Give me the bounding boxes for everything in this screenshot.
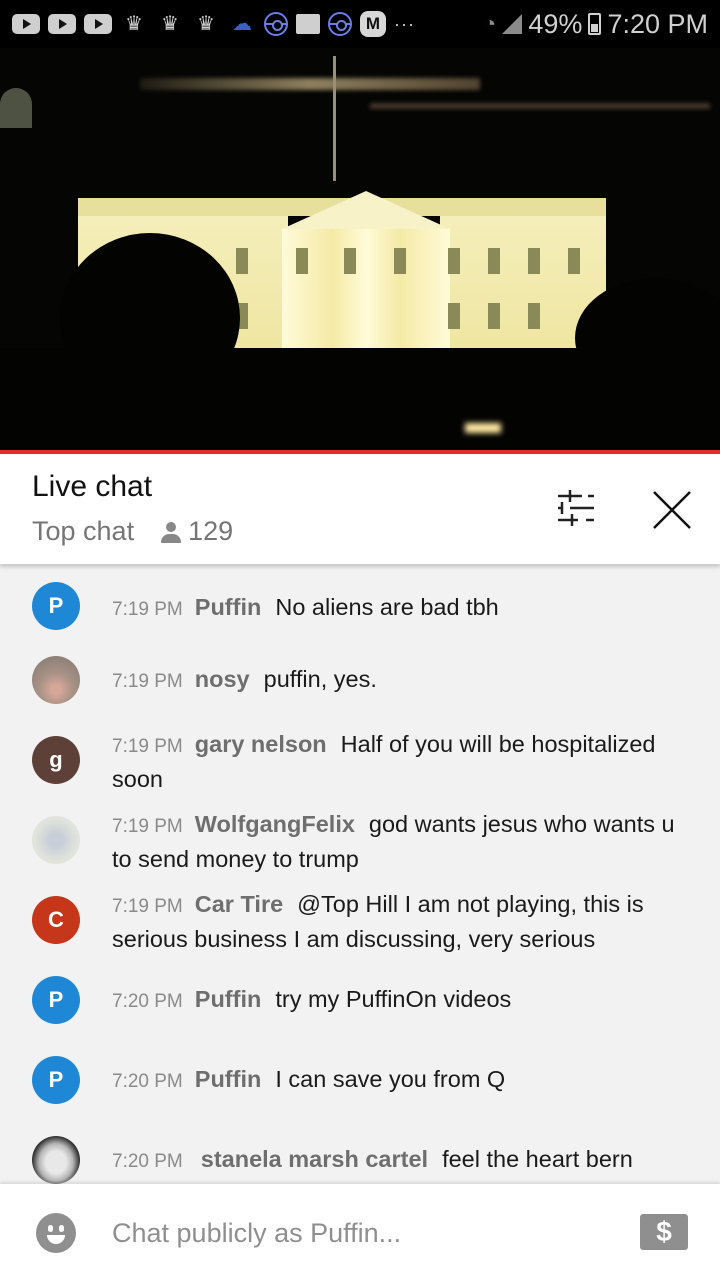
crown-icon: ♛ bbox=[197, 13, 215, 35]
avatar[interactable] bbox=[32, 1136, 80, 1184]
scene-city-lights bbox=[370, 103, 710, 109]
pokeball-icon bbox=[328, 12, 352, 36]
pokeball-icon bbox=[264, 12, 288, 36]
video-player[interactable] bbox=[0, 48, 720, 450]
message-time: 7:20 PM bbox=[112, 1151, 183, 1172]
scene-dome bbox=[0, 88, 32, 128]
scene-window bbox=[394, 248, 406, 274]
message-author[interactable]: nosy bbox=[195, 666, 250, 692]
scene-window bbox=[488, 248, 500, 274]
message-time: 7:20 PM bbox=[112, 991, 183, 1012]
message-text: puffin, yes. bbox=[263, 666, 377, 692]
folder-icon bbox=[296, 14, 320, 34]
more-icon: ··· bbox=[394, 13, 415, 34]
emoji-button[interactable] bbox=[36, 1213, 76, 1253]
scene-lamp bbox=[465, 423, 501, 433]
wifi-icon: ◔ bbox=[483, 11, 497, 36]
avatar[interactable] bbox=[32, 656, 80, 704]
youtube-icon bbox=[48, 14, 76, 34]
message-text: Half of you will be hospitalized soon bbox=[112, 731, 656, 792]
message-text: @Top Hill I am not playing, this is seri… bbox=[112, 891, 644, 952]
avatar[interactable]: g bbox=[32, 736, 80, 784]
emoji-icon bbox=[47, 1235, 65, 1244]
scene-window bbox=[488, 303, 500, 329]
message-text: No aliens are bad tbh bbox=[275, 594, 499, 620]
scene-window bbox=[528, 248, 540, 274]
message-time: 7:19 PM bbox=[112, 896, 183, 917]
scene-window bbox=[448, 303, 460, 329]
chat-header: Live chat Top chat 129 bbox=[0, 454, 720, 564]
message-text: I can save you from Q bbox=[275, 1066, 506, 1092]
emoji-icon bbox=[48, 1225, 53, 1232]
chat-filter-button[interactable] bbox=[552, 488, 600, 528]
viewer-count-value: 129 bbox=[188, 516, 234, 546]
message-author[interactable]: stanela marsh cartel bbox=[201, 1146, 428, 1172]
youtube-icon bbox=[12, 14, 40, 34]
message-author[interactable]: WolfgangFelix bbox=[195, 811, 355, 837]
avatar[interactable]: P bbox=[32, 1056, 80, 1104]
battery-icon bbox=[588, 13, 602, 35]
notification-icons: ♛ ♛ ♛ ☁ M ··· bbox=[12, 11, 415, 37]
message-author[interactable]: Puffin bbox=[195, 594, 262, 620]
super-chat-button[interactable]: $ bbox=[640, 1214, 688, 1250]
cloud-icon: ☁ bbox=[232, 13, 252, 35]
avatar[interactable]: C bbox=[32, 896, 80, 944]
scene-window bbox=[568, 248, 580, 274]
message-author[interactable]: gary nelson bbox=[195, 731, 327, 757]
avatar[interactable]: P bbox=[32, 976, 80, 1024]
battery-percent: 49% bbox=[528, 8, 583, 39]
message-time: 7:19 PM bbox=[112, 816, 183, 837]
message-time: 7:19 PM bbox=[112, 599, 183, 620]
message-text: try my PuffinOn videos bbox=[275, 986, 512, 1012]
chat-input-bar: $ bbox=[0, 1184, 720, 1280]
message-time: 7:19 PM bbox=[112, 671, 183, 692]
chat-message-list[interactable]: P 7:19 PM Puffin No aliens are bad tbh 7:1… bbox=[0, 564, 720, 1184]
chat-message-input[interactable] bbox=[112, 1212, 592, 1254]
scene-window bbox=[236, 248, 248, 274]
scene-window bbox=[344, 248, 356, 274]
message-author[interactable]: Car Tire bbox=[195, 891, 283, 917]
viewer-count: 129 bbox=[160, 516, 233, 547]
youtube-icon bbox=[84, 14, 112, 34]
close-icon bbox=[653, 491, 691, 529]
status-bar: ♛ ♛ ♛ ☁ M ··· ◔ 49% 7:20 PM bbox=[0, 0, 720, 48]
message-text: feel the heart bern bbox=[442, 1146, 633, 1172]
m-app-icon: M bbox=[360, 11, 386, 37]
chat-mode-selector[interactable]: Top chat bbox=[32, 516, 134, 547]
close-chat-button[interactable] bbox=[650, 488, 694, 532]
message-time: 7:20 PM bbox=[112, 1071, 183, 1092]
crown-icon: ♛ bbox=[125, 13, 143, 35]
clock: 7:20 PM bbox=[607, 8, 708, 39]
scene-window bbox=[528, 303, 540, 329]
emoji-icon bbox=[59, 1225, 64, 1232]
message-author[interactable]: Puffin bbox=[195, 986, 262, 1012]
chat-title: Live chat bbox=[32, 470, 153, 503]
scene-lawn bbox=[0, 348, 720, 450]
sliders-icon bbox=[558, 490, 594, 526]
message-time: 7:19 PM bbox=[112, 736, 183, 757]
dollar-icon: $ bbox=[656, 1216, 672, 1247]
avatar[interactable]: P bbox=[32, 582, 80, 630]
scene-window bbox=[296, 248, 308, 274]
scene-flagpole bbox=[333, 56, 336, 181]
crown-icon: ♛ bbox=[161, 13, 179, 35]
person-icon bbox=[160, 521, 182, 543]
signal-icon bbox=[502, 14, 523, 34]
avatar[interactable] bbox=[32, 816, 80, 864]
message-author[interactable]: Puffin bbox=[195, 1066, 262, 1092]
scene-city-lights bbox=[140, 78, 480, 90]
scene-window bbox=[448, 248, 460, 274]
scene-pediment bbox=[282, 191, 450, 229]
